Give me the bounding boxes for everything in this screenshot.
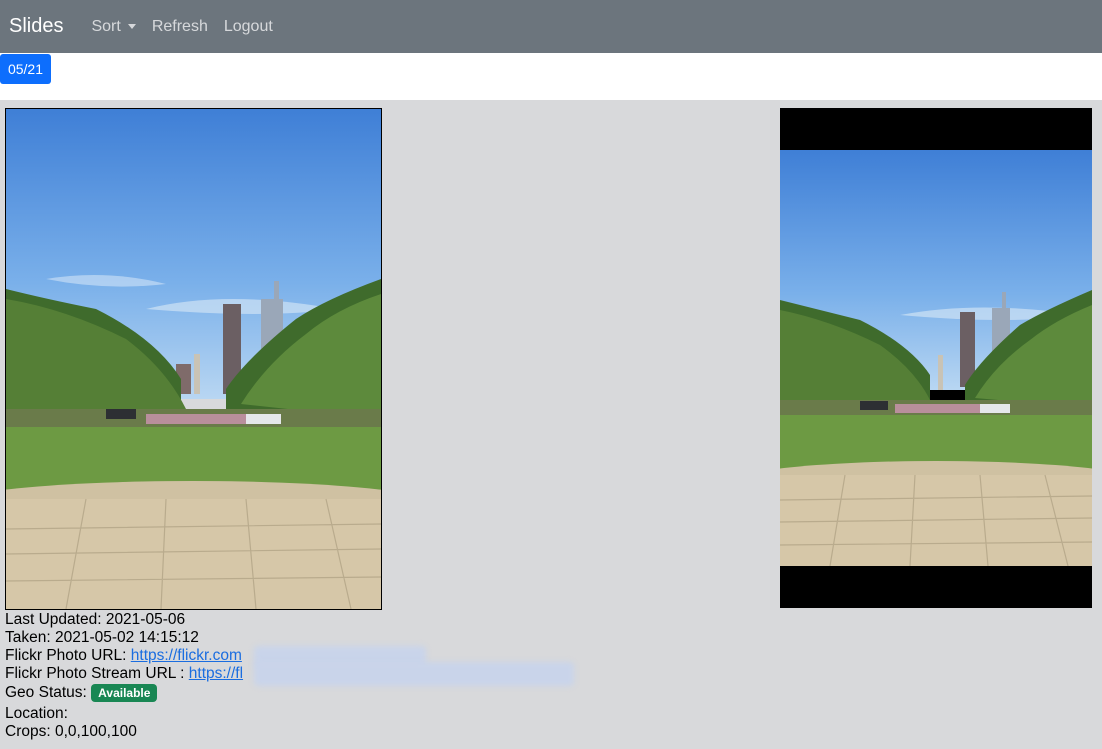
flickr-stream-label: Flickr Photo Stream URL : bbox=[5, 665, 189, 682]
flickr-photo-row: Flickr Photo URL: https://flickr.com bbox=[5, 647, 243, 665]
geo-status-label: Geo Status: bbox=[5, 684, 92, 702]
crops: Crops: 0,0,100,100 bbox=[5, 723, 137, 740]
sort-dropdown[interactable]: Sort bbox=[91, 17, 136, 36]
navbar: Slides Sort Refresh Logout bbox=[0, 0, 1102, 53]
geo-status-badge: Available bbox=[91, 684, 158, 702]
flickr-stream-link[interactable]: https://fl bbox=[189, 665, 243, 682]
date-button[interactable]: 05/21 bbox=[0, 54, 51, 84]
flickr-photo-label: Flickr Photo URL: bbox=[5, 647, 131, 664]
navbar-brand[interactable]: Slides bbox=[9, 15, 63, 38]
refresh-link[interactable]: Refresh bbox=[152, 18, 208, 36]
photo-preview[interactable] bbox=[780, 108, 1092, 608]
photo-preview-frame bbox=[780, 150, 1092, 566]
photo-info: Last Updated: 2021-05-06 Taken: 2021-05-… bbox=[5, 611, 243, 741]
logout-link[interactable]: Logout bbox=[224, 18, 273, 36]
photo-landscape-image bbox=[6, 109, 381, 609]
caret-down-icon bbox=[127, 24, 136, 29]
flickr-photo-link[interactable]: https://flickr.com bbox=[131, 647, 242, 664]
taken-date: Taken: 2021-05-02 14:15:12 bbox=[5, 629, 199, 646]
last-updated: Last Updated: 2021-05-06 bbox=[5, 611, 186, 628]
flickr-stream-row: Flickr Photo Stream URL : https://fl bbox=[5, 665, 243, 683]
geo-status-row: Geo Status: Available bbox=[5, 683, 243, 705]
redaction-blur bbox=[254, 662, 574, 686]
photo-preview-image bbox=[780, 150, 1092, 566]
sort-label: Sort bbox=[91, 17, 121, 35]
photo-main[interactable] bbox=[5, 108, 382, 610]
date-bar: 05/21 bbox=[0, 53, 1102, 100]
location: Location: bbox=[5, 705, 68, 722]
